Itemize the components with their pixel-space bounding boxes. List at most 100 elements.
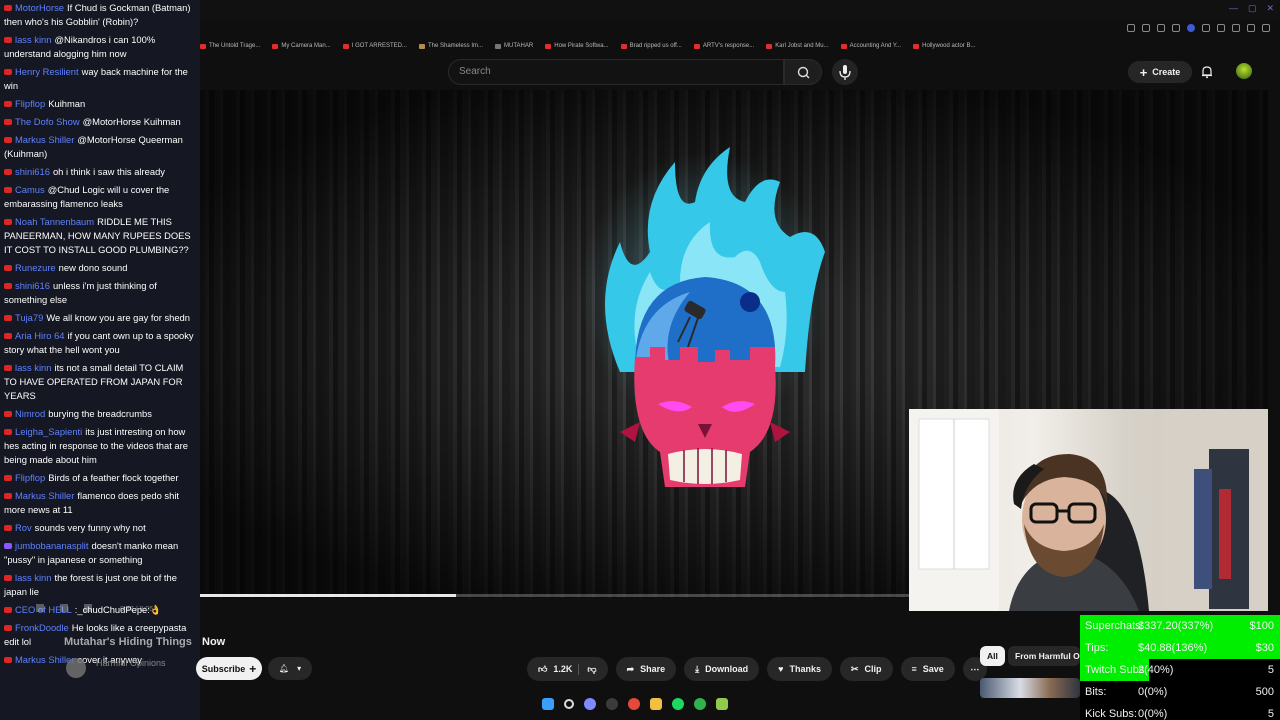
bookmark-label: MUTAHAR xyxy=(504,43,534,49)
share-button[interactable]: ➦ Share xyxy=(615,657,677,681)
chat-message: Nimrod burying the breadcrumbs xyxy=(4,407,197,421)
xbox-icon[interactable] xyxy=(694,698,706,710)
chat-message: jumbobananasplit doesn't manko mean "puss… xyxy=(4,539,197,567)
chat-username: Nimrod xyxy=(15,408,46,419)
clip-button[interactable]: ✂ Clip xyxy=(839,657,893,681)
bookmark-label: How Pirate Softwa... xyxy=(554,43,609,49)
bookmark-item[interactable]: How Pirate Softwa... xyxy=(545,43,609,49)
like-count: 1.2K xyxy=(553,664,573,674)
video-title-end: Now xyxy=(202,636,226,648)
notification-settings-button[interactable]: 🔔︎ ▾ xyxy=(268,657,312,680)
video-progress-fill xyxy=(200,594,457,597)
copy-icon[interactable] xyxy=(1247,24,1255,32)
close-icon[interactable]: ✕ xyxy=(1266,3,1274,14)
goal-target: 500 xyxy=(1255,686,1274,698)
goal-progress: 0(0%) xyxy=(1138,708,1168,720)
bookmark-icon[interactable] xyxy=(1172,24,1180,32)
minimize-icon[interactable]: — xyxy=(1229,3,1238,14)
platform-badge-icon xyxy=(4,37,12,43)
bookmark-favicon-icon xyxy=(545,43,552,49)
plus-icon: + xyxy=(1139,64,1148,80)
dislike-icon[interactable]: 👎︎ xyxy=(578,663,597,675)
volume-icon[interactable] xyxy=(84,604,92,612)
spotify-icon[interactable] xyxy=(672,698,684,710)
play-extension-icon[interactable] xyxy=(1202,24,1210,32)
play-icon[interactable] xyxy=(36,604,44,612)
bookmark-item[interactable]: Accounting And Y... xyxy=(840,43,901,49)
platform-badge-icon xyxy=(4,119,12,125)
notifications-bell-icon[interactable] xyxy=(1200,65,1214,79)
channel-name[interactable]: Harmful Opinions xyxy=(96,658,166,668)
subscribe-button[interactable]: Subscribe + xyxy=(196,657,262,680)
goal-progress: $40.88(136%) xyxy=(1138,642,1208,654)
bookmark-item[interactable]: My Camera Man... xyxy=(272,43,331,49)
goal-label: Bits: xyxy=(1085,686,1107,698)
platform-badge-icon xyxy=(4,315,12,321)
discord-icon[interactable] xyxy=(584,698,596,710)
chat-message: Runezure new dono sound xyxy=(4,261,197,275)
chat-message: MotorHorse If Chud is Gockman (Batman) th… xyxy=(4,1,197,29)
voice-search-button[interactable] xyxy=(832,59,858,85)
browser-icon[interactable] xyxy=(628,698,640,710)
channel-avatar[interactable] xyxy=(66,658,86,678)
search-button[interactable] xyxy=(784,59,822,85)
zoom-out-icon[interactable] xyxy=(1142,24,1150,32)
chat-username: Tuja79 xyxy=(15,312,44,323)
chat-username: MotorHorse xyxy=(15,2,64,13)
bookmark-item[interactable]: ARTV's response... xyxy=(693,43,754,49)
chat-message: Noah Tannenbaum RIDDLE ME THIS PANEERMAN,… xyxy=(4,215,197,257)
stream-goal-row: Tips: $40.88(136%) $30 xyxy=(1080,637,1280,659)
heart-icon[interactable] xyxy=(1217,24,1225,32)
chat-username: lass kinn xyxy=(15,362,52,373)
maximize-icon[interactable]: ▢ xyxy=(1248,3,1257,14)
platform-badge-icon xyxy=(4,525,12,531)
bookmark-item[interactable]: MUTAHAR xyxy=(495,43,533,49)
window-controls[interactable]: — ▢ ✕ xyxy=(1229,3,1274,14)
filter-chip-from-channel[interactable]: From Harmful O xyxy=(1008,646,1080,666)
file-explorer-icon[interactable] xyxy=(650,698,662,710)
extensions-icon[interactable] xyxy=(1232,24,1240,32)
like-button[interactable]: 👍︎ 1.2K 👎︎ xyxy=(527,657,608,681)
create-label: Create xyxy=(1152,67,1181,77)
chat-text: Birds of a feather flock together xyxy=(48,472,179,483)
search-icon[interactable] xyxy=(564,699,574,709)
bookmark-item[interactable]: Karl Jobst and Mu... xyxy=(766,43,829,49)
chat-username: Markus Shiller xyxy=(15,490,75,501)
platform-badge-icon xyxy=(4,411,12,417)
account-avatar[interactable] xyxy=(1236,63,1252,79)
platform-badge-icon xyxy=(4,219,12,225)
shield-extension-icon[interactable] xyxy=(1187,24,1195,32)
bookmark-item[interactable]: The Untold Trage... xyxy=(200,43,260,49)
filter-chip-all[interactable]: All xyxy=(980,646,1005,666)
bookmark-item[interactable]: Hollywood actor B... xyxy=(913,43,975,49)
chat-text: new dono sound xyxy=(58,262,128,273)
chat-message: Rov sounds very funny why not xyxy=(4,521,197,535)
bookmark-item[interactable]: Brad ripped us off... xyxy=(620,43,682,49)
download-button[interactable]: ⤓ Download xyxy=(684,657,760,681)
zoom-icon[interactable] xyxy=(1127,24,1135,32)
create-button[interactable]: + Create xyxy=(1128,61,1192,83)
platform-badge-icon xyxy=(4,137,12,143)
video-timecode: 0:47 / 8:05 xyxy=(120,606,154,613)
thanks-icon: ♥ xyxy=(778,664,784,674)
chat-message: Aria Hiro 64 if you cant own up to a spoo… xyxy=(4,329,197,357)
key-icon[interactable] xyxy=(1157,24,1165,32)
save-button[interactable]: ≡ Save xyxy=(900,657,955,681)
stream-goal-row: Twitch Subs: 2(40%) 5 xyxy=(1080,659,1280,681)
chat-username: lass kinn xyxy=(15,572,52,583)
search-input[interactable]: Search xyxy=(448,59,784,85)
goal-target: $100 xyxy=(1249,620,1274,632)
next-icon[interactable] xyxy=(60,604,68,612)
app-icon[interactable] xyxy=(716,698,728,710)
chat-username: Henry Resilient xyxy=(15,66,79,77)
obs-icon[interactable] xyxy=(606,698,618,710)
chat-message: Henry Resilient way back machine for the … xyxy=(4,65,197,93)
windows-start-icon[interactable] xyxy=(542,698,554,710)
chat-message: shini616 oh i think i saw this already xyxy=(4,165,197,179)
menu-icon[interactable] xyxy=(1262,24,1270,32)
bookmark-item[interactable]: I GOT ARRESTED... xyxy=(342,43,407,49)
thanks-button[interactable]: ♥ Thanks xyxy=(767,657,832,681)
recommended-video-thumbnail[interactable] xyxy=(980,678,1080,698)
bookmark-item[interactable]: The Shameless Im... xyxy=(418,43,483,49)
chat-message: lass kinn @Nikandros i can 100% understan… xyxy=(4,33,197,61)
